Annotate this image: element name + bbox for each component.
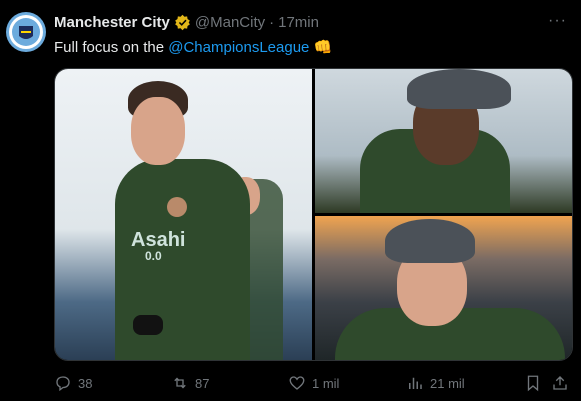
avatar[interactable] bbox=[6, 12, 46, 52]
photo-player-bottom-right[interactable] bbox=[315, 216, 572, 360]
like-button[interactable]: 1 mil bbox=[288, 374, 339, 392]
reply-button[interactable]: 38 bbox=[54, 374, 92, 392]
view-count: 21 mil bbox=[430, 375, 465, 391]
bookmark-icon bbox=[527, 375, 539, 392]
player-beanie bbox=[385, 219, 475, 263]
repost-count: 87 bbox=[195, 375, 210, 391]
tweet-actions: 38 87 1 mil 21 mil bbox=[54, 374, 571, 392]
share-icon bbox=[553, 376, 567, 390]
repost-icon bbox=[174, 377, 186, 389]
more-options-button[interactable]: ··· bbox=[548, 12, 567, 30]
heart-icon bbox=[289, 376, 305, 390]
like-count: 1 mil bbox=[312, 375, 340, 391]
tweet-text: Full focus on the @ChampionsLeague 👊 bbox=[54, 38, 332, 56]
repost-button[interactable]: 87 bbox=[171, 374, 209, 392]
views-icon bbox=[409, 377, 422, 389]
media-grid: Asahi 0.0 bbox=[54, 68, 573, 361]
verified-badge-icon bbox=[175, 14, 190, 31]
mention-link[interactable]: @ChampionsLeague bbox=[168, 39, 309, 56]
share-button[interactable] bbox=[551, 374, 569, 392]
photo-player-top-right[interactable] bbox=[315, 69, 572, 213]
bookmark-button[interactable] bbox=[524, 374, 542, 392]
reply-icon bbox=[56, 376, 70, 392]
photo-player-left[interactable]: Asahi 0.0 bbox=[55, 69, 312, 360]
player-face bbox=[131, 97, 185, 165]
sponsor-sub: 0.0 bbox=[145, 249, 162, 263]
player-glove bbox=[133, 315, 163, 335]
club-badge bbox=[167, 197, 187, 217]
tweet-text-body: Full focus on the bbox=[54, 39, 169, 56]
separator-dot: · bbox=[269, 14, 275, 31]
club-crest-icon bbox=[9, 15, 43, 49]
player-beanie bbox=[407, 69, 511, 109]
fist-emoji-icon: 👊 bbox=[313, 39, 333, 56]
author-handle[interactable]: @ManCity bbox=[195, 14, 265, 31]
author-name[interactable]: Manchester City bbox=[54, 14, 170, 31]
reply-count: 38 bbox=[78, 375, 93, 391]
timestamp[interactable]: 17min bbox=[278, 14, 319, 31]
tweet-header: Manchester City @ManCity · 17min bbox=[54, 14, 319, 31]
views-button[interactable]: 21 mil bbox=[406, 374, 465, 392]
